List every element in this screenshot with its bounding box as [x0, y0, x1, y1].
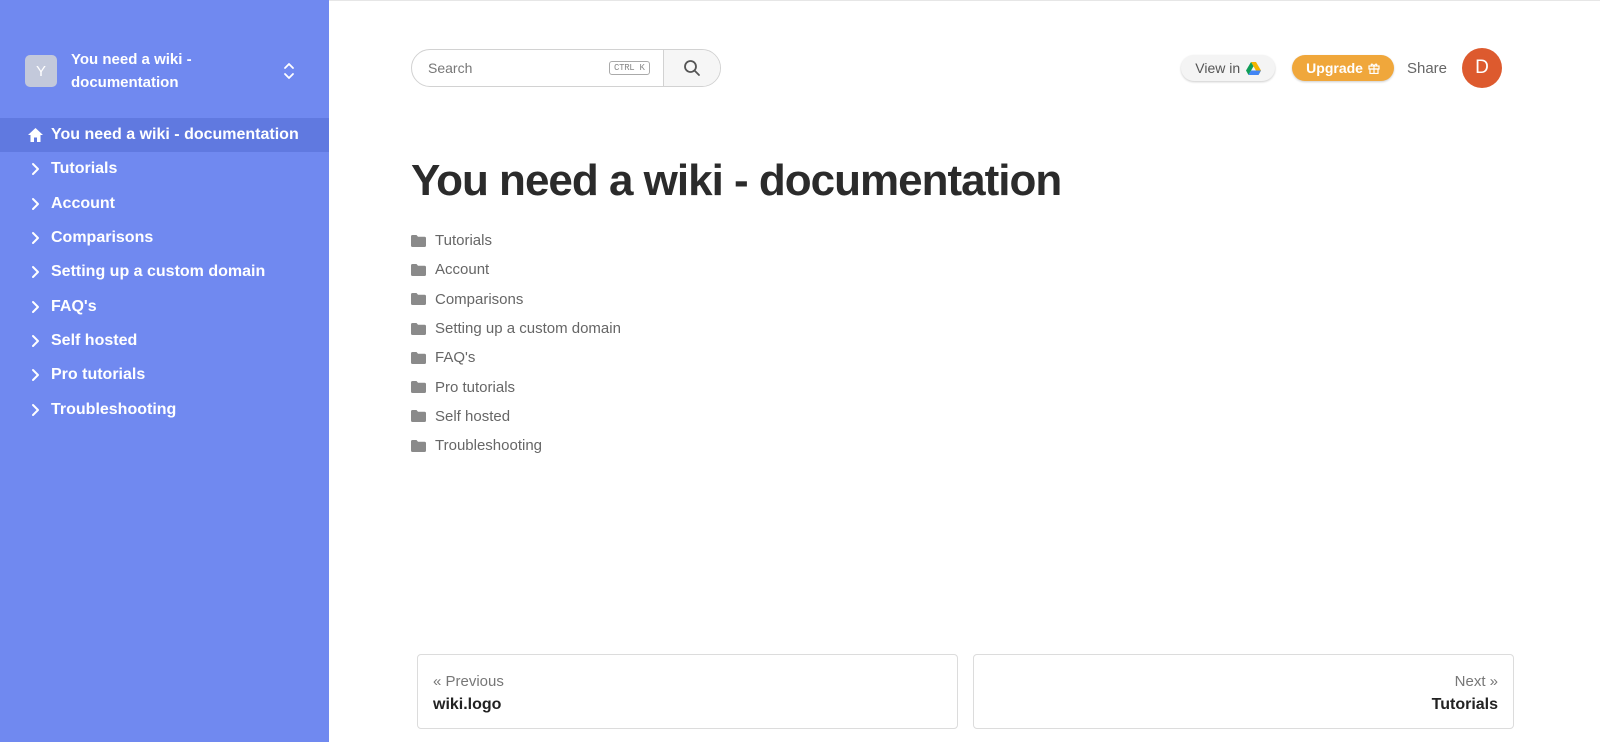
child-page-label: FAQ's [435, 349, 476, 367]
child-page-account[interactable]: Account [411, 255, 621, 284]
chevron-right-icon [25, 262, 45, 282]
sidebar-item-label: Setting up a custom domain [51, 263, 266, 281]
sidebar-item-label: Pro tutorials [51, 366, 146, 384]
sidebar-item-pro-tutorials[interactable]: Pro tutorials [0, 358, 329, 392]
child-page-custom-domain[interactable]: Setting up a custom domain [411, 314, 621, 343]
sidebar-item-comparisons[interactable]: Comparisons [0, 221, 329, 255]
search-input[interactable] [412, 50, 609, 86]
space-name: You need a wiki - documentation [71, 51, 192, 91]
main-content: CTRL K View in Upgrade [329, 0, 1600, 742]
child-page-comparisons[interactable]: Comparisons [411, 285, 621, 314]
sidebar-item-label: Account [51, 194, 115, 212]
search-icon [683, 60, 700, 76]
app: Y You need a wiki - documentation You ne… [0, 0, 1600, 742]
folder-icon [411, 351, 426, 364]
chevron-right-icon [25, 194, 45, 214]
folder-icon [411, 263, 426, 276]
chevron-right-icon [25, 159, 45, 179]
gift-icon [1368, 63, 1380, 74]
child-page-label: Comparisons [435, 290, 524, 308]
sidebar-item-self-hosted[interactable]: Self hosted [0, 324, 329, 358]
view-in-drive-button[interactable]: View in [1181, 55, 1276, 81]
chevron-right-icon [25, 228, 45, 248]
space-switcher[interactable]: Y You need a wiki - documentation [25, 48, 307, 94]
folder-icon [411, 322, 426, 335]
folder-icon [411, 381, 426, 394]
top-actions: View in Upgrade Share D [1181, 48, 1502, 88]
child-page-label: Self hosted [435, 407, 511, 425]
page-title: You need a wiki - documentation [411, 156, 1062, 205]
sidebar-nav: You need a wiki - documentation Tutorial… [0, 118, 329, 427]
child-page-troubleshooting[interactable]: Troubleshooting [411, 431, 621, 460]
child-page-label: Account [435, 261, 490, 279]
google-drive-icon [1246, 61, 1262, 75]
user-avatar[interactable]: D [1462, 48, 1502, 88]
previous-hint: « Previous [433, 673, 504, 690]
sidebar-item-faqs[interactable]: FAQ's [0, 289, 329, 323]
folder-icon [411, 234, 426, 247]
chevron-right-icon [25, 365, 45, 385]
chevron-up-down-icon [284, 63, 294, 79]
sidebar-item-tutorials[interactable]: Tutorials [0, 152, 329, 186]
next-hint: Next » [1454, 673, 1498, 690]
sidebar-item-account[interactable]: Account [0, 187, 329, 221]
keyboard-shortcut-badge: CTRL K [609, 61, 650, 75]
sidebar-item-custom-domain[interactable]: Setting up a custom domain [0, 255, 329, 289]
sidebar: Y You need a wiki - documentation You ne… [0, 0, 329, 742]
view-in-label: View in [1195, 60, 1241, 76]
folder-icon [411, 410, 426, 423]
sidebar-item-label: Troubleshooting [51, 400, 177, 418]
child-page-label: Setting up a custom domain [435, 320, 621, 338]
child-pages-list: Tutorials Account Comparisons Setting up… [411, 226, 621, 460]
search-button[interactable] [662, 50, 720, 86]
sidebar-item-troubleshooting[interactable]: Troubleshooting [0, 392, 329, 426]
previous-page-link[interactable]: « Previous wiki.logo [417, 654, 958, 729]
chevron-right-icon [25, 297, 45, 317]
home-icon [25, 125, 45, 145]
sidebar-item-label: You need a wiki - documentation [51, 126, 299, 144]
upgrade-label: Upgrade [1306, 60, 1363, 76]
child-page-label: Troubleshooting [435, 437, 543, 455]
share-button[interactable]: Share [1407, 60, 1447, 77]
child-page-label: Tutorials [435, 232, 492, 250]
search-box: CTRL K [411, 49, 721, 87]
previous-title: wiki.logo [433, 696, 502, 713]
sidebar-item-home[interactable]: You need a wiki - documentation [0, 118, 329, 153]
sidebar-item-label: Self hosted [51, 331, 138, 349]
sidebar-item-label: Tutorials [51, 160, 118, 178]
child-page-tutorials[interactable]: Tutorials [411, 226, 621, 255]
next-title: Tutorials [1431, 696, 1498, 713]
upgrade-button[interactable]: Upgrade [1292, 55, 1394, 81]
chevron-right-icon [25, 400, 45, 420]
child-page-pro-tutorials[interactable]: Pro tutorials [411, 372, 621, 401]
folder-icon [411, 439, 426, 452]
folder-icon [411, 293, 426, 306]
next-page-link[interactable]: Next » Tutorials [973, 654, 1514, 729]
child-page-self-hosted[interactable]: Self hosted [411, 402, 621, 431]
chevron-right-icon [25, 331, 45, 351]
sidebar-item-label: FAQ's [51, 297, 97, 315]
space-avatar: Y [25, 55, 57, 87]
child-page-label: Pro tutorials [435, 378, 516, 396]
sidebar-item-label: Comparisons [51, 229, 154, 247]
child-page-faqs[interactable]: FAQ's [411, 343, 621, 372]
